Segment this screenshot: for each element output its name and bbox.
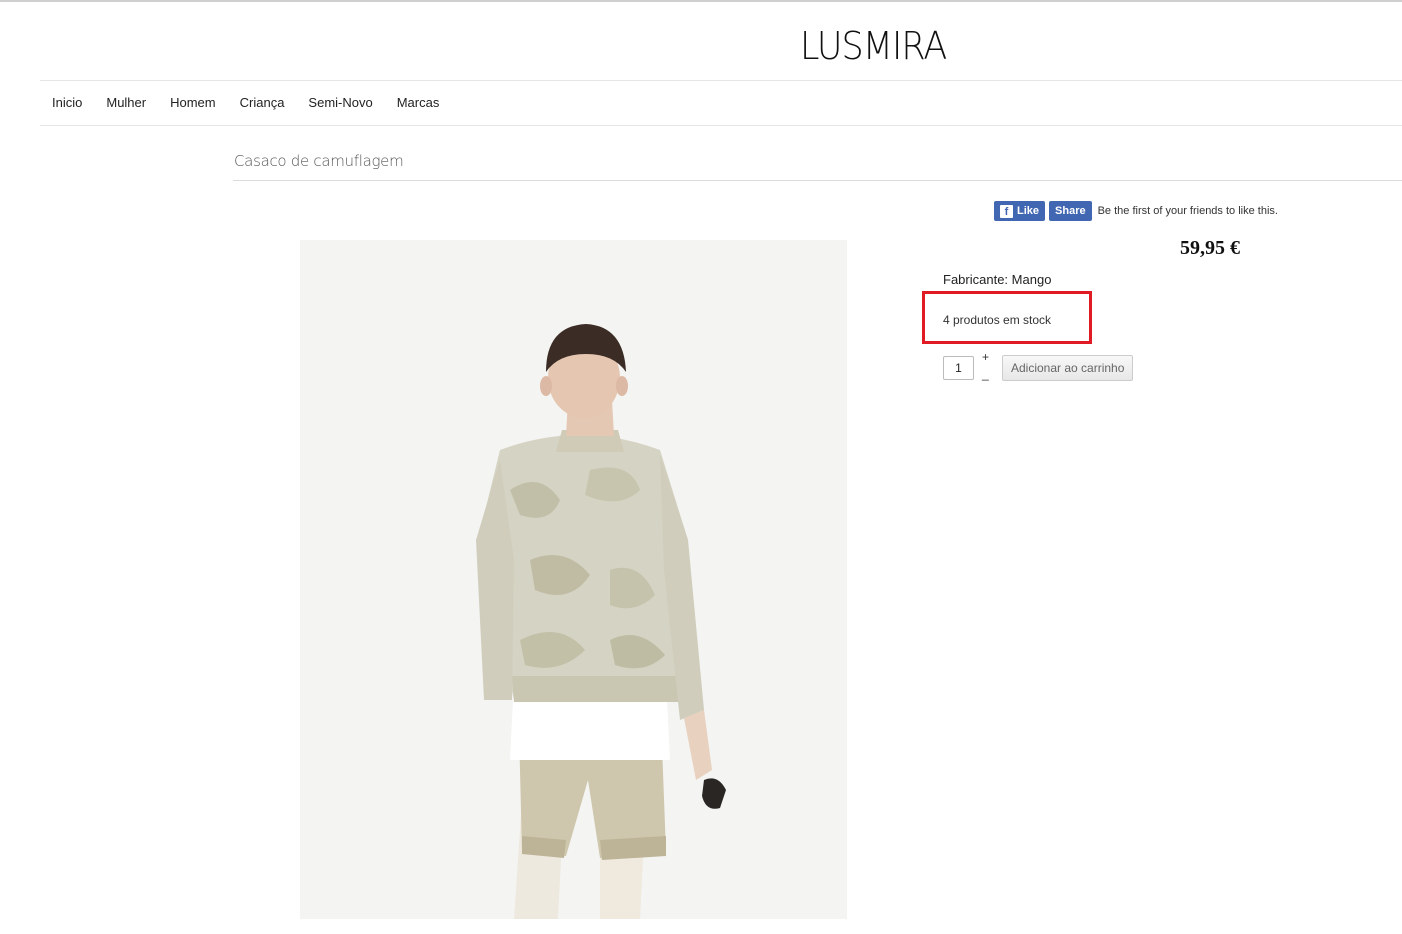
facebook-like-button[interactable]: f Like xyxy=(994,201,1046,221)
quantity-decrease-button[interactable]: _ xyxy=(982,367,989,381)
manufacturer-link[interactable]: Mango xyxy=(1012,272,1052,287)
facebook-icon: f xyxy=(1000,204,1013,218)
facebook-share-button[interactable]: Share xyxy=(1049,201,1092,221)
nav-item-inicio[interactable]: Inicio xyxy=(40,81,94,125)
nav-item-homem[interactable]: Homem xyxy=(158,81,228,125)
quantity-input[interactable]: 1 xyxy=(943,356,974,380)
quantity-increase-button[interactable]: + xyxy=(982,350,989,364)
nav-item-semi-novo[interactable]: Semi-Novo xyxy=(296,81,384,125)
product-title: Casaco de camuflagem xyxy=(234,152,404,170)
add-to-cart-button[interactable]: Adicionar ao carrinho xyxy=(1002,355,1134,381)
camouflage-jacket-model-photo xyxy=(300,240,847,919)
manufacturer-label: Fabricante: xyxy=(943,272,1009,287)
product-image[interactable] xyxy=(300,240,847,919)
main-nav: Inicio Mulher Homem Criança Semi-Novo Ma… xyxy=(40,81,451,125)
nav-item-crianca[interactable]: Criança xyxy=(228,81,297,125)
product-price: 59,95 € xyxy=(1180,237,1240,259)
nav-item-mulher[interactable]: Mulher xyxy=(94,81,158,125)
site-logo[interactable]: LUSMIRA xyxy=(800,24,947,68)
manufacturer-row: Fabricante: Mango xyxy=(943,272,1051,287)
nav-bottom-divider xyxy=(40,125,1402,126)
top-divider xyxy=(0,0,1402,2)
share-label: Share xyxy=(1055,205,1086,217)
title-divider xyxy=(233,180,1402,181)
stock-status: 4 produtos em stock xyxy=(943,313,1052,327)
nav-item-marcas[interactable]: Marcas xyxy=(385,81,452,125)
like-label: Like xyxy=(1017,205,1040,217)
facebook-like-bar: f Like Share Be the first of your friend… xyxy=(994,201,1278,221)
facebook-like-text: Be the first of your friends to like thi… xyxy=(1097,205,1278,217)
